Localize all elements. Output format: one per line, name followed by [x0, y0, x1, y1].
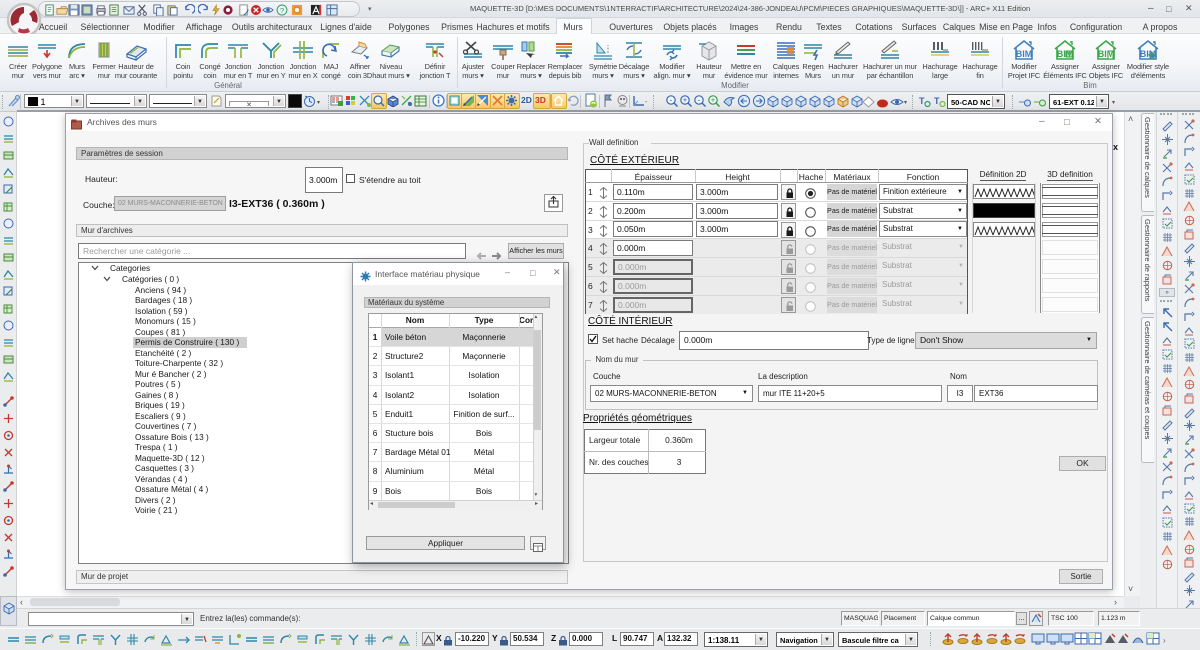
svg-text:-: -: [670, 96, 673, 105]
svg-text:?: ?: [280, 6, 284, 15]
svg-text:BIM: BIM: [1016, 49, 1033, 59]
svg-text:BIM: BIM: [1057, 49, 1074, 59]
svg-text:-: -: [698, 96, 701, 105]
svg-text:T: T: [934, 96, 940, 106]
svg-text:+: +: [711, 96, 716, 105]
svg-text:BIM: BIM: [1140, 49, 1157, 59]
svg-text:BIM: BIM: [1098, 49, 1115, 59]
svg-text:T: T: [919, 96, 925, 106]
svg-text:+: +: [683, 96, 688, 105]
